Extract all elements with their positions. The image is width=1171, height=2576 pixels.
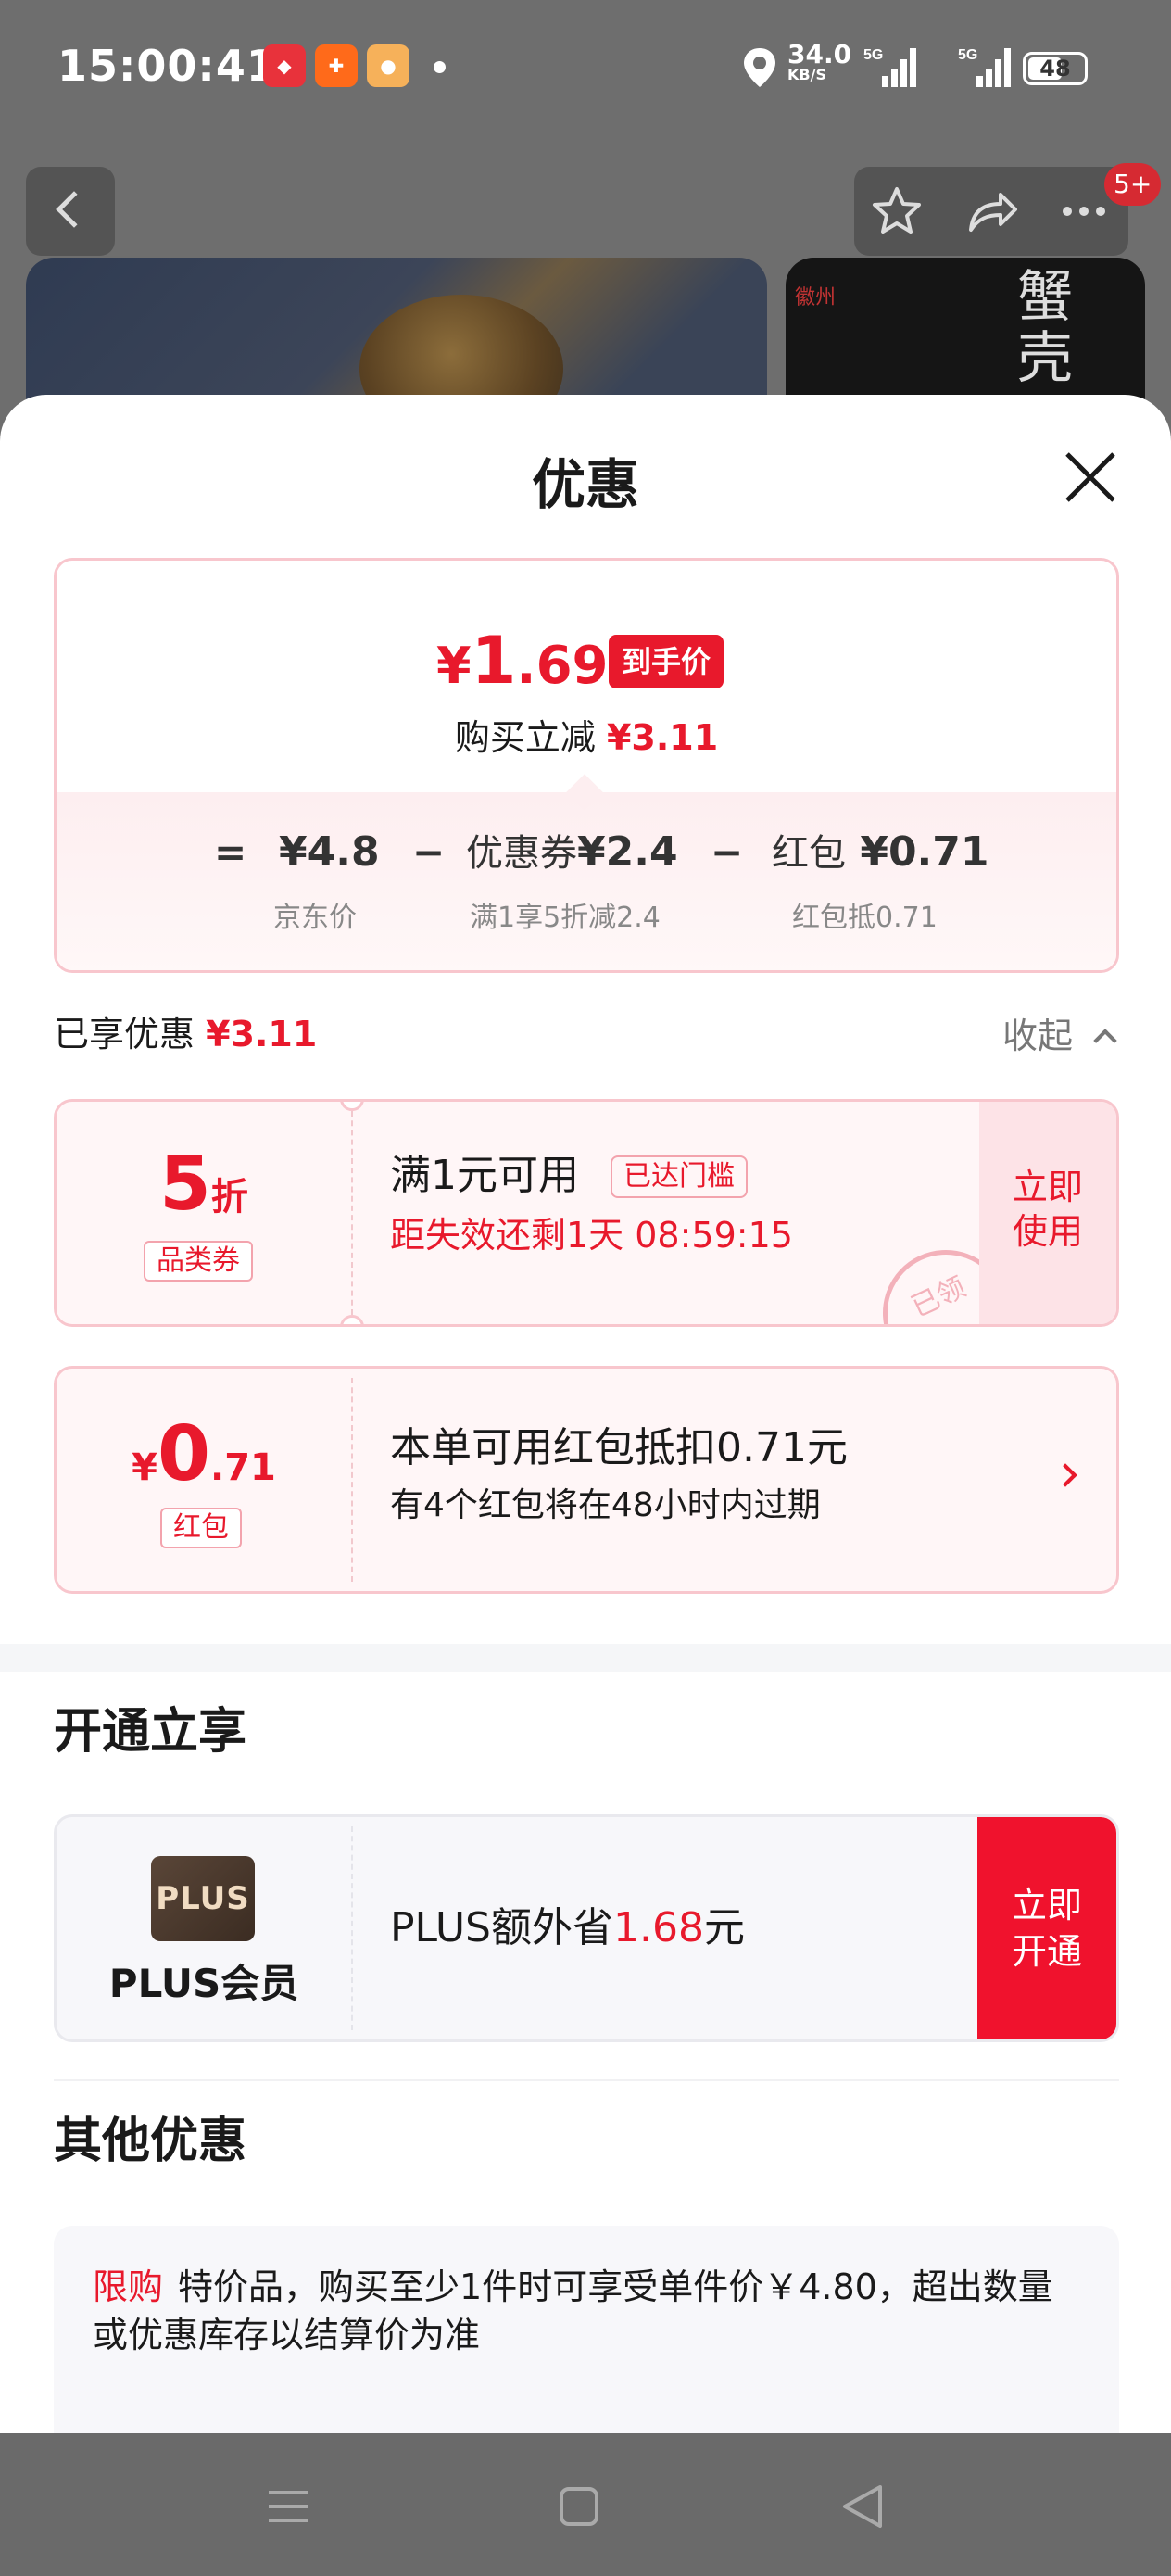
open-plus-button[interactable]: 立即 开通 — [977, 1817, 1116, 2039]
plus-name: PLUS会员 — [108, 1961, 299, 2006]
other-discount-box: 限购 特价品，购买至少1件时可享受单件价￥4.80，超出数量或优惠库存以结算价为准 — [54, 2226, 1119, 2433]
save-summary: 购买立减 ¥3.11 — [454, 717, 719, 758]
close-icon[interactable] — [1062, 448, 1119, 506]
minus-sign: − — [412, 829, 446, 875]
section-divider — [0, 1644, 1171, 1672]
location-icon — [744, 48, 775, 87]
coupon-discount: 5折 — [159, 1141, 248, 1227]
coupon-countdown: 距失效还剩1天 08:59:15 — [390, 1215, 793, 1256]
divider — [54, 2079, 1119, 2081]
svg-text:5G: 5G — [958, 47, 977, 63]
price-summary-card: ¥1.69 到手价 购买立减 ¥3.11 = ¥4.8 − 优惠券¥2.4 − … — [54, 558, 1119, 973]
faded-text — [93, 2400, 574, 2433]
jd-price-value: ¥4.8 — [279, 828, 380, 876]
system-nav-bar — [0, 2433, 1171, 2576]
other-section-title: 其他优惠 — [54, 2114, 247, 2169]
packet-title: 本单可用红包抵扣0.71元 — [390, 1424, 848, 1471]
sheet-title: 优惠 — [531, 453, 639, 516]
back-triangle-icon[interactable] — [832, 2474, 897, 2539]
coupon-deduction: 优惠券¥2.4 — [466, 828, 678, 876]
star-icon[interactable] — [869, 183, 925, 239]
collapse-button[interactable]: 收起 — [1002, 1008, 1073, 1064]
category-coupon-card[interactable]: 5折 品类券 满1元可用 已达门槛 距失效还剩1天 08:59:15 已领 立即… — [54, 1099, 1119, 1327]
app-notification-icon: ◆ — [263, 44, 306, 87]
notification-badge: 5+ — [1104, 163, 1162, 206]
coupon-desc: 满1享5折减2.4 — [470, 902, 661, 934]
packet-subtitle: 有4个红包将在48小时内过期 — [390, 1486, 821, 1524]
packet-deduction: 红包 ¥0.71 — [772, 828, 989, 876]
signal-icon: 5G — [958, 47, 1011, 87]
back-button[interactable] — [26, 167, 115, 256]
final-price-tag: 到手价 — [609, 635, 724, 688]
plus-savings: PLUS额外省1.68元 — [390, 1904, 745, 1951]
top-action-bar — [854, 167, 1128, 256]
purchase-limit-text: 限购 特价品，购买至少1件时可享受单件价￥4.80，超出数量或优惠库存以结算价为准 — [93, 2267, 1053, 2355]
svg-text:5G: 5G — [863, 47, 883, 63]
coupon-type-tag: 品类券 — [144, 1241, 253, 1282]
share-icon[interactable] — [963, 183, 1019, 239]
discount-sheet: 优惠 ¥1.69 到手价 购买立减 ¥3.11 = ¥4.8 − 优惠券¥2.4… — [0, 395, 1171, 2433]
red-packet-card[interactable]: ¥0.71 红包 本单可用红包抵扣0.71元 有4个红包将在48小时内过期 — [54, 1366, 1119, 1594]
enjoyed-discount: 已享优惠 ¥3.11 — [54, 1014, 318, 1054]
battery-icon: 48 — [1023, 52, 1088, 85]
app-notification-icon: ✚ — [315, 44, 358, 87]
jd-price-label: 京东价 — [273, 902, 357, 934]
home-icon[interactable] — [547, 2474, 611, 2539]
chevron-left-icon — [56, 191, 93, 228]
plus-logo: PLUS — [151, 1856, 255, 1941]
more-notifications-icon — [434, 61, 446, 73]
status-bar: 15:00:41 ◆ ✚ ● 34.0 KB/S 5G 5G 48 — [0, 0, 1171, 139]
threshold-tag: 已达门槛 — [611, 1155, 748, 1198]
equals-sign: = — [214, 829, 247, 875]
network-speed: 34.0 KB/S — [787, 39, 852, 83]
plus-card[interactable]: PLUS PLUS会员 PLUS额外省1.68元 立即 开通 — [54, 1814, 1119, 2042]
more-icon[interactable] — [1056, 183, 1112, 239]
plus-section-title: 开通立享 — [54, 1704, 247, 1760]
chevron-up-icon[interactable] — [1093, 1029, 1117, 1053]
minus-sign: − — [711, 829, 744, 875]
chevron-right-icon[interactable] — [1053, 1463, 1077, 1487]
app-notification-icon: ● — [367, 44, 409, 87]
menu-icon[interactable] — [256, 2474, 321, 2539]
packet-desc: 红包抵0.71 — [792, 902, 938, 934]
status-time: 15:00:41 — [57, 41, 277, 91]
final-price: ¥1.69 — [436, 623, 609, 699]
signal-icon: 5G — [863, 47, 916, 87]
use-coupon-button[interactable]: 立即 使用 — [979, 1102, 1116, 1324]
packet-type-tag: 红包 — [160, 1508, 242, 1548]
coupon-title: 满1元可用 — [390, 1152, 579, 1199]
packet-amount: ¥0.71 — [132, 1410, 276, 1498]
